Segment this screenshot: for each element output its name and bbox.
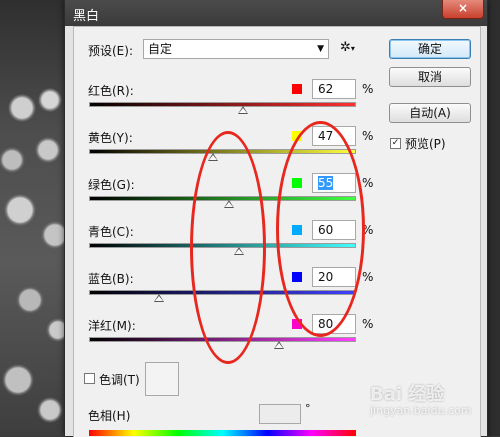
annotation-ellipse-sliders	[190, 131, 266, 364]
baidu-watermark: Bai 经验 jingyan.baidu.com	[370, 380, 472, 417]
tint-label: 色调(T)	[99, 373, 140, 387]
auto-button[interactable]: 自动(A)	[389, 103, 471, 123]
close-button[interactable]: ×	[442, 0, 484, 19]
degree-sign: °	[305, 402, 311, 415]
channel-slider-thumb[interactable]	[238, 106, 248, 114]
percent-sign: %	[362, 129, 374, 143]
channel-slider-track[interactable]	[89, 102, 356, 107]
channel-label: 绿色(G):	[88, 178, 135, 192]
percent-sign: %	[362, 270, 374, 284]
preset-value: 自定	[148, 42, 173, 56]
title-bar[interactable]: 黑白 ×	[65, 0, 487, 26]
preset-options-button[interactable]: ✲▾	[340, 40, 355, 55]
channel-color-swatch	[292, 84, 302, 94]
chevron-down-icon: ▼	[317, 44, 324, 54]
hue-slider[interactable]	[89, 430, 356, 436]
percent-sign: %	[362, 176, 374, 190]
hue-input[interactable]	[259, 404, 301, 424]
channel-value: 62	[318, 82, 334, 96]
background-photo	[0, 0, 72, 436]
percent-sign: %	[362, 82, 374, 96]
channel-label: 青色(C):	[88, 225, 134, 239]
close-icon: ×	[457, 1, 469, 15]
cancel-button[interactable]: 取消	[389, 67, 471, 87]
tint-checkbox[interactable]	[84, 373, 95, 384]
dialog-title: 黑白	[73, 9, 100, 24]
annotation-ellipse-values	[276, 121, 365, 337]
channel-slider-thumb[interactable]	[274, 341, 284, 349]
percent-sign: %	[362, 317, 374, 331]
channel-slider-thumb[interactable]	[154, 294, 164, 302]
background-photo-right	[486, 0, 500, 436]
preset-label: 预设(E):	[88, 44, 133, 58]
channel-label: 蓝色(B):	[88, 272, 134, 286]
preset-select[interactable]: 自定 ▼	[143, 39, 329, 59]
gear-icon: ✲	[340, 40, 351, 55]
watermark-text: Bai 经验	[370, 384, 445, 405]
preview-checkbox[interactable]: ✓	[390, 138, 401, 149]
hue-label: 色相(H)	[88, 409, 131, 423]
channel-value-input[interactable]: 62	[312, 79, 356, 99]
watermark-sub: jingyan.baidu.com	[370, 404, 472, 417]
ok-button[interactable]: 确定	[389, 39, 471, 59]
preview-label: 预览(P)	[405, 137, 446, 151]
channel-label: 洋红(M):	[88, 319, 136, 333]
tint-color-swatch[interactable]	[145, 362, 179, 396]
channel-label: 黄色(Y):	[88, 131, 133, 145]
channel-label: 红色(R):	[88, 84, 134, 98]
